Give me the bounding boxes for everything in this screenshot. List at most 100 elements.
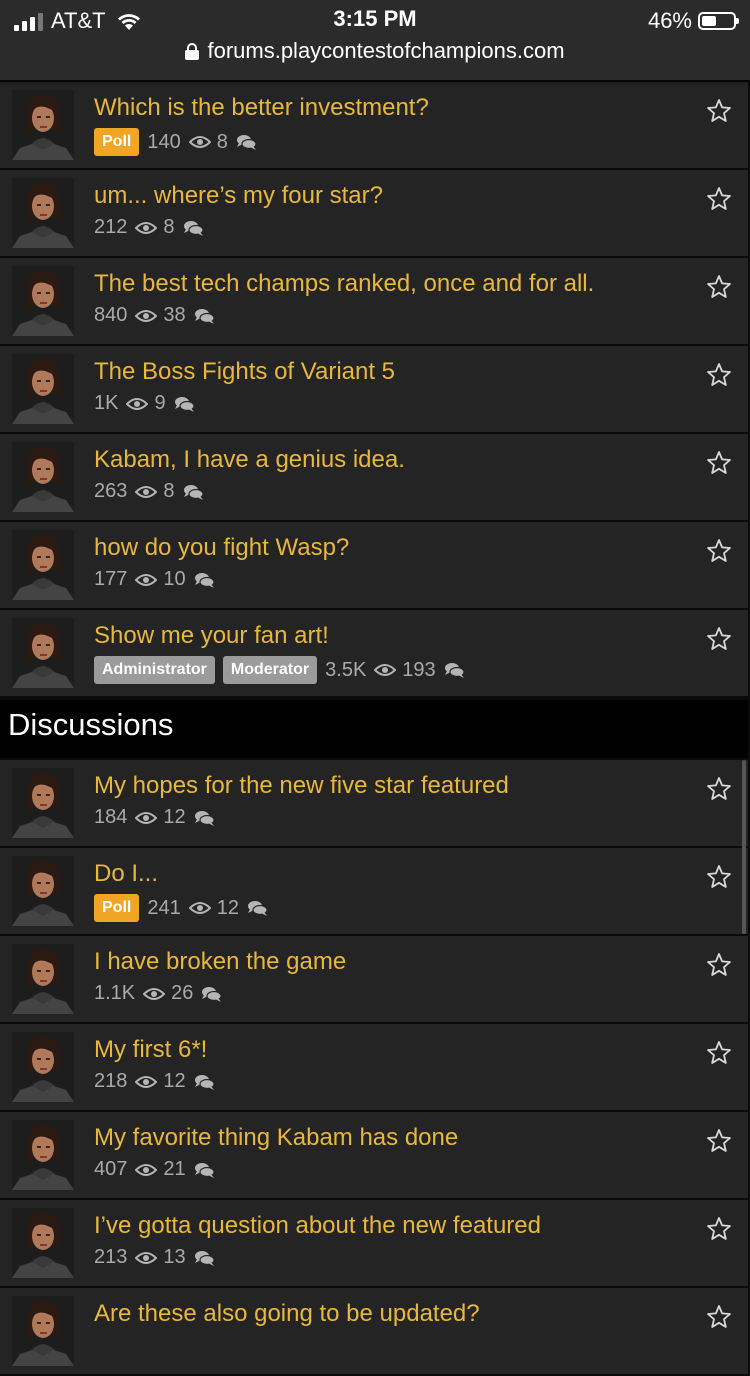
star-icon[interactable] [706, 776, 732, 802]
discussion-title[interactable]: I have broken the game [94, 948, 346, 976]
lock-icon [185, 43, 200, 60]
comment-count: 8 [163, 216, 175, 238]
discussion-title[interactable]: The Boss Fights of Variant 5 [94, 358, 395, 386]
discussion-row[interactable]: The Boss Fights of Variant 5 1K 9 [0, 346, 748, 434]
discussion-title[interactable]: Which is the better investment? [94, 94, 429, 122]
star-icon[interactable] [706, 1304, 732, 1330]
comment-count: 193 [402, 658, 436, 681]
discussion-title[interactable]: I’ve gotta question about the new featur… [94, 1212, 541, 1240]
discussion-title[interactable]: My favorite thing Kabam has done [94, 1124, 458, 1152]
discussion-meta: 177 10 [94, 568, 215, 591]
announcements-section: Which is the better investment? Poll 140 8… [0, 82, 748, 698]
view-count: 140 [147, 130, 181, 153]
user-avatar[interactable] [12, 442, 74, 512]
discussion-meta: Poll 241 12 [94, 894, 268, 922]
discussion-meta: Administrator Moderator 3.5K 193 [94, 656, 465, 684]
scrollbar[interactable] [742, 760, 746, 934]
discussion-title[interactable]: The best tech champs ranked, once and fo… [94, 270, 594, 298]
discussion-title[interactable]: Show me your fan art! [94, 622, 329, 650]
discussion-title[interactable]: how do you fight Wasp? [94, 534, 349, 562]
eye-icon [135, 1251, 158, 1264]
view-count: 218 [94, 1070, 128, 1092]
comment-count: 8 [216, 130, 228, 153]
discussion-title[interactable]: Kabam, I have a genius idea. [94, 446, 405, 474]
comment-count: 21 [163, 1158, 186, 1180]
discussion-meta: 263 8 [94, 480, 204, 503]
eye-icon [135, 485, 158, 498]
star-icon[interactable] [706, 1040, 732, 1066]
comment-bubbles-icon [194, 1250, 215, 1266]
discussion-title[interactable]: um... where’s my four star? [94, 182, 383, 210]
discussion-row[interactable]: Are these also going to be updated? [0, 1288, 748, 1376]
status-right: 46% [647, 6, 739, 36]
star-icon[interactable] [706, 450, 732, 476]
user-avatar[interactable] [12, 530, 74, 600]
user-avatar[interactable] [12, 1120, 74, 1190]
star-icon[interactable] [706, 1128, 732, 1154]
user-avatar[interactable] [12, 90, 74, 160]
eye-icon [135, 221, 158, 234]
star-icon[interactable] [706, 98, 732, 124]
view-count: 184 [94, 806, 128, 828]
user-avatar[interactable] [12, 1208, 74, 1278]
comment-count: 8 [163, 480, 175, 502]
comment-bubbles-icon [174, 396, 195, 412]
discussion-list: Which is the better investment? Poll 140 8… [0, 82, 748, 1376]
comment-count: 26 [171, 982, 194, 1004]
comment-bubbles-icon [202, 986, 223, 1002]
discussions-section: My hopes for the new five star featured … [0, 760, 748, 1376]
role-badge: Administrator [94, 656, 215, 684]
discussion-title[interactable]: Are these also going to be updated? [94, 1300, 480, 1328]
star-icon[interactable] [706, 362, 732, 388]
user-avatar[interactable] [12, 1296, 74, 1366]
discussion-title[interactable]: My first 6*! [94, 1036, 207, 1064]
discussion-row[interactable]: My first 6*! 218 12 [0, 1024, 748, 1112]
discussion-meta: 407 21 [94, 1158, 215, 1181]
comment-bubbles-icon [183, 484, 204, 500]
discussion-row[interactable]: I’ve gotta question about the new featur… [0, 1200, 748, 1288]
user-avatar[interactable] [12, 618, 74, 688]
eye-icon [188, 902, 211, 914]
star-icon[interactable] [706, 864, 732, 890]
user-avatar[interactable] [12, 768, 74, 838]
comment-count: 9 [154, 392, 166, 414]
star-icon[interactable] [706, 274, 732, 300]
user-avatar[interactable] [12, 1032, 74, 1102]
discussion-row[interactable]: My hopes for the new five star featured … [0, 760, 748, 848]
discussion-meta: 1.1K 26 [94, 982, 223, 1005]
star-icon[interactable] [706, 538, 732, 564]
user-avatar[interactable] [12, 266, 74, 336]
user-avatar[interactable] [12, 944, 74, 1014]
discussion-row[interactable]: My favorite thing Kabam has done 407 21 [0, 1112, 748, 1200]
discussion-row[interactable]: Show me your fan art! Administrator Moder… [0, 610, 748, 698]
discussion-row[interactable]: how do you fight Wasp? 177 10 [0, 522, 748, 610]
discussion-meta: 212 8 [94, 216, 204, 239]
user-avatar[interactable] [12, 354, 74, 424]
discussion-title[interactable]: My hopes for the new five star featured [94, 772, 509, 800]
comment-bubbles-icon [194, 1162, 215, 1178]
view-count: 3.5K [325, 658, 367, 681]
discussion-row[interactable]: Kabam, I have a genius idea. 263 8 [0, 434, 748, 522]
battery-percent: 46% [647, 8, 692, 33]
address-bar[interactable]: forums.playcontestofchampions.com [0, 38, 750, 64]
discussion-title[interactable]: Do I... [94, 860, 158, 888]
star-icon[interactable] [706, 626, 732, 652]
discussion-row[interactable]: Which is the better investment? Poll 140 8 [0, 82, 748, 170]
comment-bubbles-icon [444, 663, 465, 678]
discussion-row[interactable]: The best tech champs ranked, once and fo… [0, 258, 748, 346]
comment-bubbles-icon [194, 810, 215, 826]
discussion-meta: 184 12 [94, 806, 215, 829]
star-icon[interactable] [706, 952, 732, 978]
eye-icon [135, 811, 158, 824]
discussion-row[interactable]: um... where’s my four star? 212 8 [0, 170, 748, 258]
poll-badge: Poll [94, 894, 140, 922]
user-avatar[interactable] [12, 856, 74, 926]
battery-icon [698, 12, 739, 30]
user-avatar[interactable] [12, 178, 74, 248]
star-icon[interactable] [706, 186, 732, 212]
discussion-meta: 840 38 [94, 304, 215, 327]
eye-icon [126, 397, 149, 410]
discussion-row[interactable]: Do I... Poll 241 12 [0, 848, 748, 936]
star-icon[interactable] [706, 1216, 732, 1242]
discussion-row[interactable]: I have broken the game 1.1K 26 [0, 936, 748, 1024]
